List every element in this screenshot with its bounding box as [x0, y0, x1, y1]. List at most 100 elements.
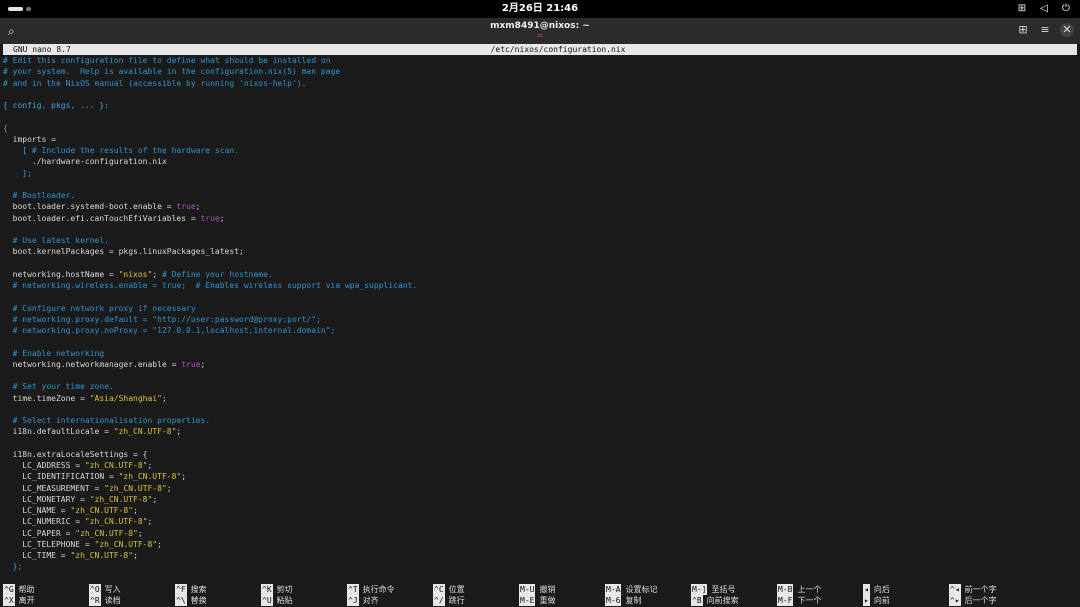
- code-token: LC_NUMERIC =: [3, 517, 85, 527]
- shortcut-label: 离开: [18, 596, 35, 605]
- shortcut-item: ^◂ 前一个字: [949, 584, 997, 595]
- code-line[interactable]: boot.loader.efi.canTouchEfiVariables = t…: [3, 213, 1077, 224]
- code-line[interactable]: i18n.defaultLocale = "zh_CN.UTF-8";: [3, 426, 1077, 437]
- code-token: # Select internationalisation properties…: [3, 416, 211, 425]
- code-line[interactable]: [3, 111, 1077, 122]
- network-icon[interactable]: ⊞: [1016, 2, 1028, 16]
- code-line[interactable]: # Select internationalisation properties…: [3, 415, 1077, 426]
- code-line[interactable]: [ # Include the results of the hardware …: [3, 145, 1077, 156]
- code-line[interactable]: # your system. Help is available in the …: [3, 66, 1077, 77]
- code-token: "zh_CN.UTF-8": [94, 539, 158, 549]
- code-line[interactable]: LC_IDENTIFICATION = "zh_CN.UTF-8";: [3, 471, 1077, 482]
- code-line[interactable]: # Enable networking: [3, 348, 1077, 359]
- nano-header: GNU nano 8.7 /etc/nixos/configuration.ni…: [3, 44, 1077, 55]
- shortcut-key: ^T: [347, 584, 359, 595]
- code-line[interactable]: boot.loader.systemd-boot.enable = true;: [3, 201, 1077, 212]
- code-line[interactable]: time.timeZone = "Asia/Shanghai";: [3, 393, 1077, 404]
- file-path: /etc/nixos/configuration.nix: [490, 45, 626, 54]
- code-line[interactable]: # Use latest kernel.: [3, 235, 1077, 246]
- code-line[interactable]: # networking.wireless.enable = true; # E…: [3, 280, 1077, 291]
- shortcut-item: ^R 读档: [89, 595, 121, 606]
- code-line[interactable]: [3, 258, 1077, 269]
- volume-icon[interactable]: ◁: [1038, 2, 1050, 16]
- shortcut-key: ^B: [691, 595, 703, 606]
- code-token: ;: [133, 506, 138, 515]
- shortcut-item: M-A 设置标记: [605, 584, 657, 595]
- code-token: LC_IDENTIFICATION =: [3, 472, 119, 482]
- shortcut-item: M-6 复制: [605, 595, 641, 606]
- code-line[interactable]: # networking.proxy.default = "http://use…: [3, 314, 1077, 325]
- code-line[interactable]: [3, 179, 1077, 190]
- code-token: ;: [133, 551, 138, 560]
- code-line[interactable]: # Set your time zone.: [3, 381, 1077, 392]
- code-line[interactable]: [3, 336, 1077, 347]
- shortcut-label: 读档: [104, 596, 121, 605]
- shortcut-item: ^▸ 后一个字: [949, 595, 997, 606]
- code-line[interactable]: networking.networkmanager.enable = true;: [3, 359, 1077, 370]
- code-token: ;: [147, 461, 153, 470]
- shortcut-key: ^C: [433, 584, 445, 595]
- shortcut-item: ▸ 向前: [863, 595, 890, 606]
- menu-icon[interactable]: ≡: [1038, 23, 1052, 37]
- code-line[interactable]: };: [3, 561, 1077, 572]
- shortcut-item: ^X 离开: [3, 595, 35, 606]
- code-line[interactable]: [3, 370, 1077, 381]
- shortcut-key: ^◂: [949, 584, 961, 595]
- code-line[interactable]: i18n.extraLocaleSettings = {: [3, 449, 1077, 460]
- code-line[interactable]: { config, pkgs, ... }:: [3, 100, 1077, 111]
- shortcut-key: ^F: [175, 584, 187, 595]
- code-token: true: [176, 202, 196, 212]
- code-line[interactable]: LC_TELEPHONE = "zh_CN.UTF-8";: [3, 539, 1077, 550]
- code-line[interactable]: LC_MONETARY = "zh_CN.UTF-8";: [3, 494, 1077, 505]
- shortcut-item: M-U 撤销: [519, 584, 555, 595]
- code-token: "zh_CN.UTF-8": [104, 483, 167, 493]
- shortcut-label: 重做: [539, 596, 556, 605]
- code-token: # your system. Help is available in the …: [3, 67, 341, 77]
- code-line[interactable]: ];: [3, 168, 1077, 179]
- code-line[interactable]: [3, 438, 1077, 449]
- code-line[interactable]: [3, 89, 1077, 100]
- code-line[interactable]: [3, 291, 1077, 302]
- code-token: ;: [200, 359, 206, 369]
- code-line[interactable]: networking.hostName = "nixos"; # Define …: [3, 269, 1077, 280]
- code-line[interactable]: # Bootloader.: [3, 190, 1077, 201]
- close-icon[interactable]: ✕: [1060, 23, 1074, 37]
- code-token: ;: [181, 472, 187, 482]
- code-line[interactable]: boot.kernelPackages = pkgs.linuxPackages…: [3, 246, 1077, 257]
- code-token: ;: [137, 528, 143, 538]
- code-token: "zh_CN.UTF-8": [70, 506, 134, 515]
- code-line[interactable]: # Edit this configuration file to define…: [3, 55, 1077, 66]
- code-line[interactable]: imports =: [3, 134, 1077, 145]
- code-token: networking.hostName =: [3, 269, 119, 279]
- code-line[interactable]: # networking.proxy.noProxy = "127.0.0.1,…: [3, 325, 1077, 336]
- code-line[interactable]: # and in the NixOS manual (accessible by…: [3, 78, 1077, 89]
- code-line[interactable]: [3, 224, 1077, 235]
- new-tab-icon[interactable]: ⊞: [1016, 23, 1030, 37]
- system-tray[interactable]: ⊞ ◁ ⏻: [1016, 2, 1072, 16]
- code-line[interactable]: LC_TIME = "zh_CN.UTF-8";: [3, 550, 1077, 561]
- code-token: true: [200, 213, 220, 223]
- shortcut-key: ^▸: [949, 595, 961, 606]
- code-line[interactable]: ./hardware-configuration.nix: [3, 156, 1077, 167]
- shortcut-label: 位置: [448, 585, 465, 594]
- shortcut-item: M-E 重做: [519, 595, 555, 606]
- shortcut-label: 上一个: [797, 585, 822, 594]
- code-token: LC_TIME =: [3, 551, 71, 560]
- editor-text-area[interactable]: # Edit this configuration file to define…: [3, 55, 1077, 573]
- code-line[interactable]: {: [3, 123, 1077, 134]
- code-token: i18n.extraLocaleSettings = {: [3, 449, 148, 459]
- code-line[interactable]: # Configure network proxy if necessary: [3, 303, 1077, 314]
- code-token: ;: [152, 269, 162, 279]
- shortcut-label: 帮助: [18, 585, 35, 594]
- code-line[interactable]: LC_NAME = "zh_CN.UTF-8";: [3, 505, 1077, 516]
- power-icon[interactable]: ⏻: [1060, 2, 1072, 16]
- code-line[interactable]: [3, 404, 1077, 415]
- code-line[interactable]: LC_MEASUREMENT = "zh_CN.UTF-8";: [3, 483, 1077, 494]
- window-subtitle-indicator: =: [536, 31, 544, 40]
- code-token: LC_PAPER =: [3, 528, 76, 538]
- shortcut-item: ◂ 向后: [863, 584, 890, 595]
- code-line[interactable]: LC_ADDRESS = "zh_CN.UTF-8";: [3, 460, 1077, 471]
- code-line[interactable]: LC_PAPER = "zh_CN.UTF-8";: [3, 528, 1077, 539]
- clock[interactable]: 2月26日 21:46: [0, 2, 1080, 16]
- code-line[interactable]: LC_NUMERIC = "zh_CN.UTF-8";: [3, 516, 1077, 527]
